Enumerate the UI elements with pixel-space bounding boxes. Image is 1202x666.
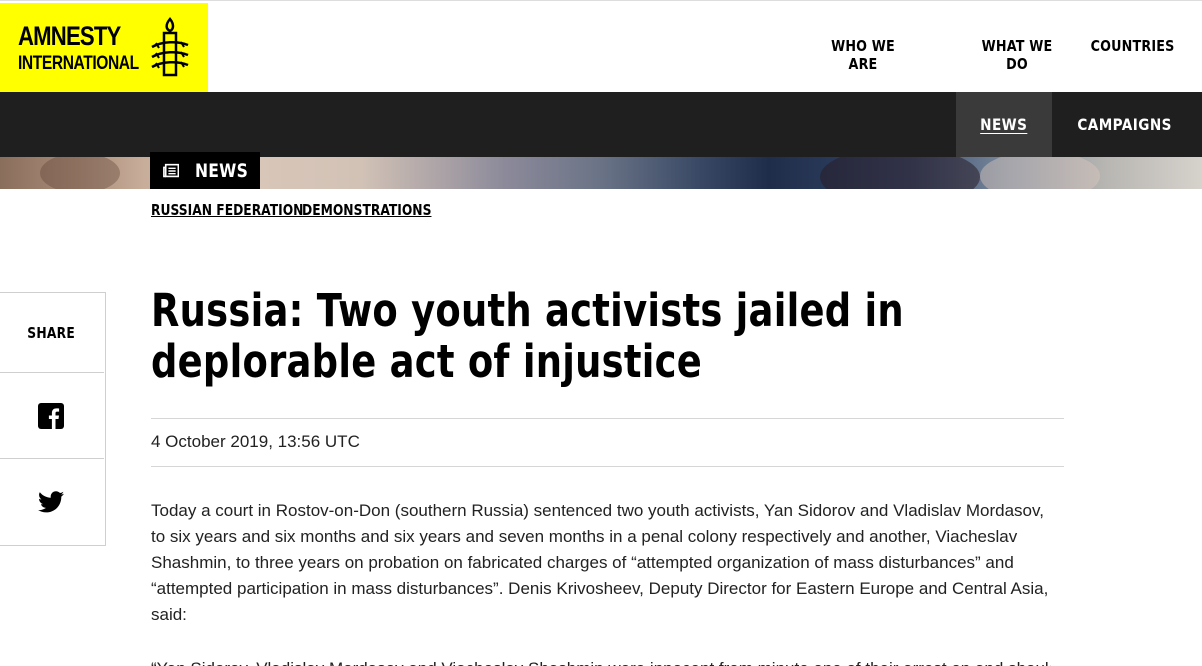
topic-tags: RUSSIAN FEDERATION DEMONSTRATIONS xyxy=(151,201,551,221)
nav-campaigns-label: CAMPAIGNS xyxy=(1077,115,1173,134)
share-heading: SHARE xyxy=(0,293,104,373)
nav-news-label: NEWS xyxy=(980,115,1028,134)
logo-wordmark: AMNESTY INTERNATIONAL xyxy=(18,21,165,74)
divider-bottom xyxy=(151,466,1064,467)
twitter-icon xyxy=(38,491,64,513)
nav-news[interactable]: NEWS xyxy=(956,92,1052,157)
share-rail: SHARE xyxy=(0,292,106,546)
amnesty-logo[interactable]: AMNESTY INTERNATIONAL xyxy=(0,3,208,93)
tag-demonstrations[interactable]: DEMONSTRATIONS xyxy=(302,201,431,219)
divider-top xyxy=(151,418,1064,419)
nav-what-we-do[interactable]: WHAT WE DO xyxy=(970,37,1064,73)
article-paragraph-1: Today a court in Rostov-on-Don (southern… xyxy=(151,501,1049,624)
section-tag-news: NEWS xyxy=(150,152,260,189)
nav-countries[interactable]: COUNTRIES xyxy=(1090,37,1175,55)
share-twitter-button[interactable] xyxy=(0,459,104,545)
nav-who-we-are[interactable]: WHO WE ARE xyxy=(816,37,910,73)
section-tag-label: NEWS xyxy=(195,159,249,182)
site-header: AMNESTY INTERNATIONAL WHO WE ARE WHAT WE… xyxy=(0,0,1202,93)
tag-russian-federation[interactable]: RUSSIAN FEDERATION xyxy=(151,201,303,219)
newspaper-icon xyxy=(163,163,180,177)
nav-campaigns[interactable]: CAMPAIGNS xyxy=(1052,92,1198,157)
logo-line-1: AMNESTY xyxy=(18,21,121,51)
article-paragraph-2: “Yan Sidorov, Vladislav Mordasov and Via… xyxy=(151,656,1051,666)
facebook-icon xyxy=(38,402,64,429)
secondary-nav: NEWS CAMPAIGNS xyxy=(0,92,1202,157)
share-label: SHARE xyxy=(27,323,75,342)
share-facebook-button[interactable] xyxy=(0,373,104,459)
logo-line-2: INTERNATIONAL xyxy=(18,53,139,74)
article-date: 4 October 2019, 13:56 UTC xyxy=(151,432,360,451)
article-headline: Russia: Two youth activists jailed in de… xyxy=(151,284,904,388)
candle-barbed-wire-icon xyxy=(151,17,189,77)
